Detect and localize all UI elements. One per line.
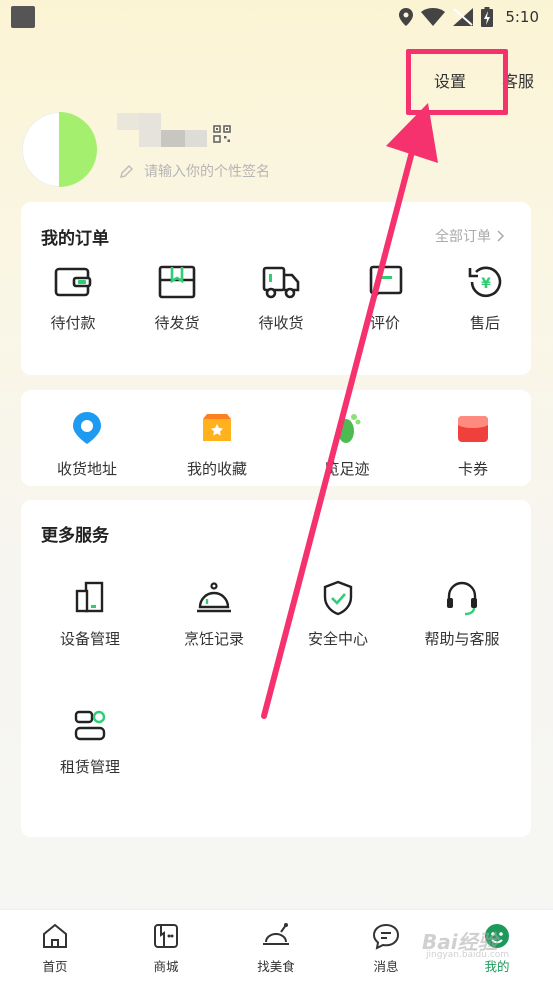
nav-home[interactable]: 首页 bbox=[15, 922, 95, 975]
order-item-label: 评价 bbox=[369, 314, 400, 332]
nav-label: 首页 bbox=[42, 959, 68, 974]
quick-access-card: 收货地址 我的收藏 览足迹 卡券 bbox=[21, 390, 531, 486]
signal-off-icon bbox=[453, 8, 474, 26]
customer-service-link[interactable]: 客服 bbox=[502, 68, 534, 92]
quick-item-label: 览足迹 bbox=[324, 460, 370, 478]
order-review[interactable]: 评价 bbox=[335, 262, 435, 333]
nav-label: 商城 bbox=[153, 959, 179, 974]
order-pending-receipt[interactable]: 待收货 bbox=[231, 262, 331, 333]
quick-item-label: 收货地址 bbox=[56, 460, 117, 478]
order-item-label: 待收货 bbox=[258, 314, 304, 332]
order-item-label: 待付款 bbox=[50, 314, 96, 332]
home-icon bbox=[43, 923, 67, 948]
username-blurred bbox=[117, 113, 207, 147]
lease-management[interactable]: 租赁管理 bbox=[40, 706, 140, 777]
service-item-label: 烹饪记录 bbox=[183, 630, 244, 648]
location-icon bbox=[399, 8, 414, 26]
quick-item-label: 卡券 bbox=[457, 460, 488, 478]
food-icon bbox=[263, 923, 289, 945]
lease-icon bbox=[70, 706, 110, 746]
qr-code-icon[interactable] bbox=[213, 125, 231, 143]
service-item-label: 设备管理 bbox=[59, 630, 120, 648]
review-icon bbox=[365, 262, 405, 302]
order-item-label: 售后 bbox=[469, 314, 500, 332]
footprint-icon bbox=[327, 408, 367, 448]
browse-history[interactable]: 览足迹 bbox=[297, 408, 397, 479]
security-center[interactable]: 安全中心 bbox=[288, 578, 388, 649]
nav-find-food[interactable]: 找美食 bbox=[236, 922, 316, 975]
status-icons: 5:10 bbox=[399, 5, 539, 29]
signature-placeholder: 请输入你的个性签名 bbox=[144, 164, 270, 180]
location-pin-icon bbox=[67, 408, 107, 448]
order-after-sales[interactable]: ¥ 售后 bbox=[435, 262, 535, 333]
cooking-records[interactable]: 烹饪记录 bbox=[164, 578, 264, 649]
all-orders-link[interactable]: 全部订单 bbox=[435, 226, 505, 246]
orders-card: 我的订单 全部订单 待付款 待发货 待收货 评价 ¥ 售后 bbox=[21, 202, 531, 375]
nav-label: 找美食 bbox=[257, 959, 295, 974]
service-item-label: 帮助与客服 bbox=[424, 630, 500, 648]
coupon-icon bbox=[453, 408, 493, 448]
order-pending-payment[interactable]: 待付款 bbox=[23, 262, 123, 333]
message-icon bbox=[372, 923, 400, 950]
shield-check-icon bbox=[318, 578, 358, 618]
battery-charging-icon bbox=[481, 7, 494, 27]
wallet-icon bbox=[53, 262, 93, 302]
order-pending-shipment[interactable]: 待发货 bbox=[127, 262, 227, 333]
services-title: 更多服务 bbox=[41, 526, 109, 546]
more-services-card: 更多服务 设备管理 烹饪记录 安全中心 帮助与客服 租赁管理 bbox=[21, 500, 531, 837]
nav-messages[interactable]: 消息 bbox=[346, 922, 426, 975]
order-item-label: 待发货 bbox=[154, 314, 200, 332]
shipping-address[interactable]: 收货地址 bbox=[37, 408, 137, 479]
headset-icon bbox=[442, 578, 482, 618]
box-icon bbox=[157, 262, 197, 302]
star-box-icon bbox=[197, 408, 237, 448]
my-favorites[interactable]: 我的收藏 bbox=[167, 408, 267, 479]
wifi-icon bbox=[421, 8, 446, 26]
coupons[interactable]: 卡券 bbox=[423, 408, 523, 479]
service-item-label: 租赁管理 bbox=[59, 758, 120, 776]
chevron-right-icon bbox=[497, 230, 505, 242]
service-item-label: 安全中心 bbox=[307, 630, 368, 648]
orders-title: 我的订单 bbox=[41, 229, 109, 249]
pencil-icon bbox=[120, 165, 133, 178]
signature-field[interactable]: 请输入你的个性签名 bbox=[120, 161, 270, 181]
refund-icon: ¥ bbox=[465, 262, 505, 302]
nav-label: 消息 bbox=[373, 959, 399, 974]
device-management[interactable]: 设备管理 bbox=[40, 578, 140, 649]
settings-link[interactable]: 设置 bbox=[434, 68, 466, 92]
status-time: 5:10 bbox=[505, 8, 539, 26]
status-bar: 5:10 bbox=[0, 0, 553, 34]
watermark-logo-sub: jingyan.baidu.com bbox=[426, 950, 510, 960]
avatar[interactable] bbox=[22, 112, 97, 187]
quick-item-label: 我的收藏 bbox=[186, 460, 247, 478]
nav-mall[interactable]: 商城 bbox=[126, 922, 206, 975]
all-orders-label: 全部订单 bbox=[435, 229, 491, 245]
mall-icon bbox=[154, 924, 178, 948]
cloche-icon bbox=[194, 578, 234, 618]
svg-text:¥: ¥ bbox=[481, 276, 491, 292]
help-and-service[interactable]: 帮助与客服 bbox=[412, 578, 512, 649]
device-icon bbox=[70, 578, 110, 618]
truck-icon bbox=[261, 262, 301, 302]
app-notification-icon bbox=[11, 6, 35, 28]
